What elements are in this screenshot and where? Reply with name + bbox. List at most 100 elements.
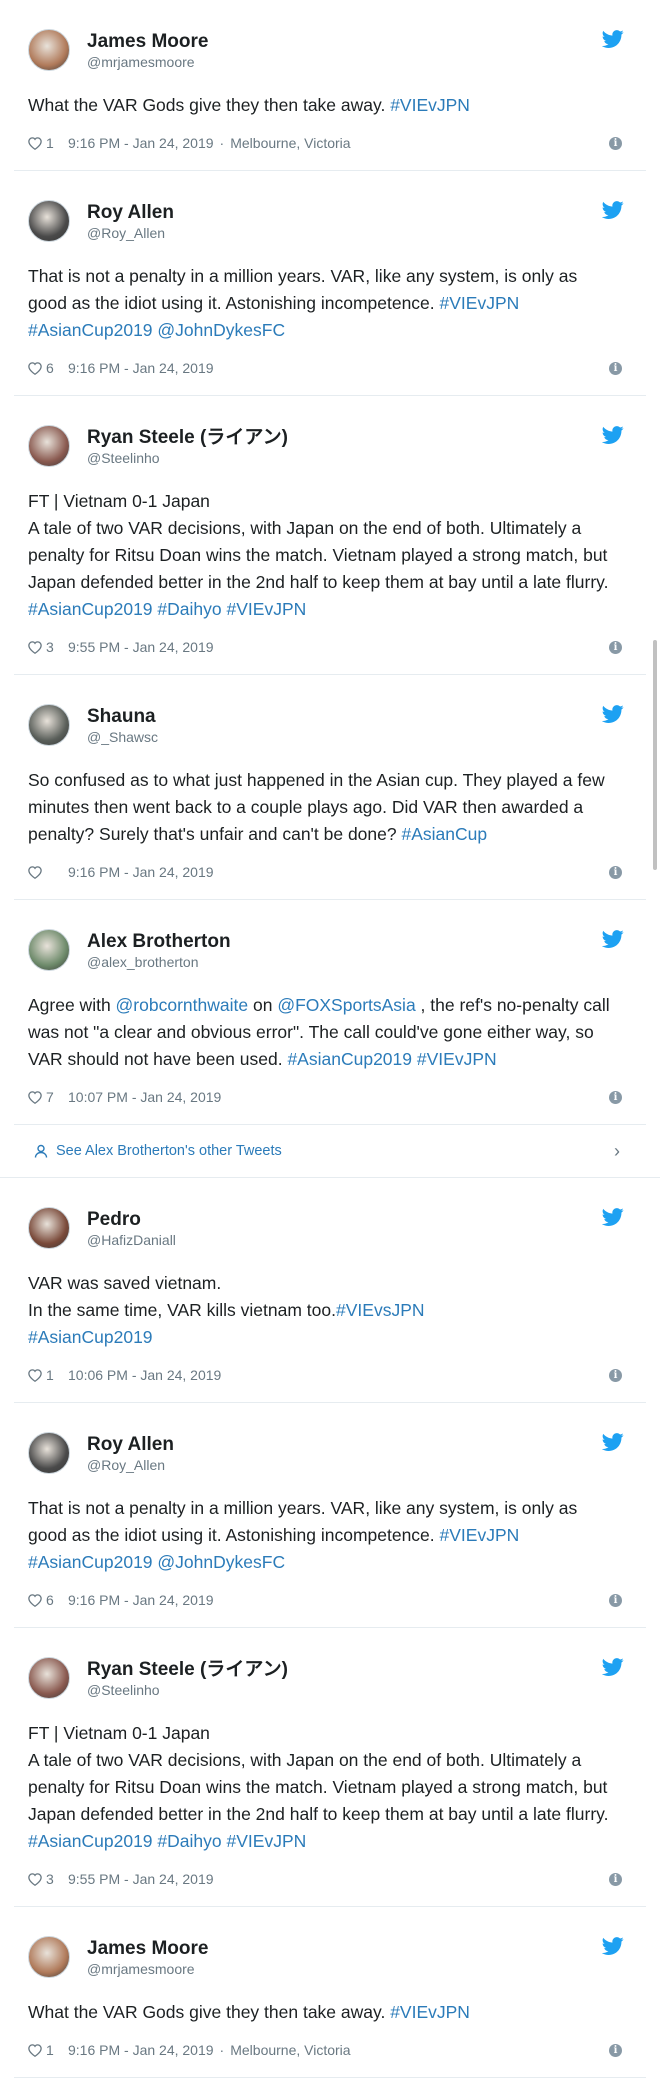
hashtag-link[interactable]: #AsianCup bbox=[401, 824, 487, 844]
mention-link[interactable]: @FOXSportsAsia bbox=[277, 995, 415, 1015]
hashtag-link[interactable]: #AsianCup2019 bbox=[287, 1049, 412, 1069]
author-name[interactable]: James Moore bbox=[87, 30, 208, 53]
avatar[interactable] bbox=[28, 1432, 70, 1474]
avatar[interactable] bbox=[28, 1657, 70, 1699]
info-icon[interactable]: i bbox=[609, 1090, 622, 1104]
hashtag-link[interactable]: #VIEvJPN bbox=[440, 293, 520, 313]
twitter-bird-icon[interactable] bbox=[601, 705, 624, 723]
mention-link[interactable]: @JohnDykesFC bbox=[157, 320, 285, 340]
hashtag-link[interactable]: #AsianCup2019 bbox=[28, 320, 153, 340]
mention-link[interactable]: @robcornthwaite bbox=[116, 995, 249, 1015]
hashtag-link[interactable]: #AsianCup2019 bbox=[28, 1552, 153, 1572]
hashtag-link[interactable]: #AsianCup2019 bbox=[28, 1831, 153, 1851]
tweet-location[interactable]: Melbourne, Victoria bbox=[230, 2042, 350, 2058]
tweet-card[interactable]: Pedro @HafizDaniall VAR was saved vietnam.… bbox=[0, 1178, 660, 1403]
twitter-bird-icon[interactable] bbox=[601, 1433, 624, 1451]
mention-link[interactable]: @JohnDykesFC bbox=[157, 1552, 285, 1572]
twitter-bird-icon[interactable] bbox=[601, 426, 624, 444]
tweet-timestamp[interactable]: 9:16 PM - Jan 24, 2019 bbox=[68, 2042, 214, 2058]
author-handle[interactable]: @Roy_Allen bbox=[87, 224, 174, 242]
hashtag-link[interactable]: #VIEvJPN bbox=[390, 2002, 470, 2022]
heart-icon[interactable] bbox=[28, 1368, 42, 1382]
author-name[interactable]: Shauna bbox=[87, 705, 158, 728]
tweet-timestamp[interactable]: 9:16 PM - Jan 24, 2019 bbox=[68, 1592, 214, 1608]
twitter-bird-icon[interactable] bbox=[601, 930, 624, 948]
author-name[interactable]: Roy Allen bbox=[87, 201, 174, 224]
info-icon[interactable]: i bbox=[609, 361, 622, 375]
info-icon[interactable]: i bbox=[609, 1872, 622, 1886]
tweet-timestamp[interactable]: 9:16 PM - Jan 24, 2019 bbox=[68, 864, 214, 880]
avatar[interactable] bbox=[28, 200, 70, 242]
see-other-tweets-link[interactable]: See Alex Brotherton's other Tweets › bbox=[0, 1125, 660, 1178]
author-handle[interactable]: @alex_brotherton bbox=[87, 953, 231, 971]
heart-icon[interactable] bbox=[28, 865, 42, 879]
tweet-header: James Moore @mrjamesmoore bbox=[28, 1929, 620, 1985]
tweet-card[interactable]: Roy Allen @Roy_Allen That is not a penalty… bbox=[0, 171, 660, 396]
avatar[interactable] bbox=[28, 29, 70, 71]
tweet-timestamp[interactable]: 9:55 PM - Jan 24, 2019 bbox=[68, 639, 214, 655]
author-name[interactable]: Pedro bbox=[87, 1208, 176, 1231]
tweet-card[interactable]: Ryan Steele (ライアン) @Steelinho FT | Vietnam… bbox=[0, 1628, 660, 1907]
info-icon[interactable]: i bbox=[609, 865, 622, 879]
author-handle[interactable]: @_Shawsc bbox=[87, 728, 158, 746]
hashtag-link[interactable]: #AsianCup2019 bbox=[28, 599, 153, 619]
tweet-timestamp[interactable]: 10:06 PM - Jan 24, 2019 bbox=[68, 1367, 221, 1383]
author-handle[interactable]: @HafizDaniall bbox=[87, 1231, 176, 1249]
author-handle[interactable]: @Roy_Allen bbox=[87, 1456, 174, 1474]
twitter-bird-icon[interactable] bbox=[601, 1208, 624, 1226]
tweet-location[interactable]: Melbourne, Victoria bbox=[230, 135, 350, 151]
author-name[interactable]: Ryan Steele (ライアン) bbox=[87, 1658, 288, 1681]
avatar[interactable] bbox=[28, 425, 70, 467]
author-handle[interactable]: @mrjamesmoore bbox=[87, 1960, 208, 1978]
tweet-card[interactable]: James Moore @mrjamesmoore What the VAR God… bbox=[0, 0, 660, 171]
hashtag-link[interactable]: #Daihyo bbox=[157, 1831, 221, 1851]
avatar[interactable] bbox=[28, 1207, 70, 1249]
author-name[interactable]: Roy Allen bbox=[87, 1433, 174, 1456]
author-name[interactable]: James Moore bbox=[87, 1937, 208, 1960]
avatar[interactable] bbox=[28, 1936, 70, 1978]
info-icon[interactable]: i bbox=[609, 1593, 622, 1607]
info-icon[interactable]: i bbox=[609, 640, 622, 654]
hashtag-link[interactable]: #VIEvsJPN bbox=[336, 1300, 425, 1320]
tweet-timestamp[interactable]: 9:16 PM - Jan 24, 2019 bbox=[68, 360, 214, 376]
tweet-card[interactable]: Shauna @_Shawsc So confused as to what jus… bbox=[0, 675, 660, 900]
tweet-timestamp[interactable]: 9:55 PM - Jan 24, 2019 bbox=[68, 1871, 214, 1887]
info-icon[interactable]: i bbox=[609, 136, 622, 150]
hashtag-link[interactable]: #VIEvJPN bbox=[417, 1049, 497, 1069]
author-handle[interactable]: @Steelinho bbox=[87, 1681, 288, 1699]
heart-icon[interactable] bbox=[28, 361, 42, 375]
tweet-card[interactable]: James Moore @mrjamesmoore What the VAR God… bbox=[0, 1907, 660, 2078]
hashtag-link[interactable]: #VIEvJPN bbox=[227, 599, 307, 619]
twitter-bird-icon[interactable] bbox=[601, 1658, 624, 1676]
tweet-timestamp[interactable]: 10:07 PM - Jan 24, 2019 bbox=[68, 1089, 221, 1105]
info-icon[interactable]: i bbox=[609, 1368, 622, 1382]
hashtag-link[interactable]: #Daihyo bbox=[157, 599, 221, 619]
heart-icon[interactable] bbox=[28, 1872, 42, 1886]
heart-icon[interactable] bbox=[28, 640, 42, 654]
hashtag-link[interactable]: #AsianCup2019 bbox=[28, 1327, 153, 1347]
author-name[interactable]: Alex Brotherton bbox=[87, 930, 231, 953]
tweet-card[interactable]: Alex Brotherton @alex_brotherton Agree wit… bbox=[0, 900, 660, 1125]
twitter-bird-icon[interactable] bbox=[601, 201, 624, 219]
author-handle[interactable]: @Steelinho bbox=[87, 449, 288, 467]
avatar[interactable] bbox=[28, 704, 70, 746]
tweet-card[interactable]: Roy Allen @Roy_Allen That is not a penalty… bbox=[0, 1403, 660, 1628]
heart-icon[interactable] bbox=[28, 2043, 42, 2057]
tweet-timestamp[interactable]: 9:16 PM - Jan 24, 2019 bbox=[68, 135, 214, 151]
tweet-meta: 3 9:55 PM - Jan 24, 2019 i bbox=[28, 1869, 622, 1889]
heart-icon[interactable] bbox=[28, 136, 42, 150]
info-icon[interactable]: i bbox=[609, 2043, 622, 2057]
hashtag-link[interactable]: #VIEvJPN bbox=[390, 95, 470, 115]
avatar[interactable] bbox=[28, 929, 70, 971]
hashtag-link[interactable]: #VIEvJPN bbox=[440, 1525, 520, 1545]
author-name[interactable]: Ryan Steele (ライアン) bbox=[87, 426, 288, 449]
heart-icon[interactable] bbox=[28, 1090, 42, 1104]
chevron-right-icon: › bbox=[614, 1140, 620, 1161]
twitter-bird-icon[interactable] bbox=[601, 30, 624, 48]
tweet-card[interactable]: Ryan Steele (ライアン) @Steelinho FT | Vietnam… bbox=[0, 396, 660, 675]
twitter-bird-icon[interactable] bbox=[601, 1937, 624, 1955]
scrollbar[interactable] bbox=[653, 640, 657, 870]
author-handle[interactable]: @mrjamesmoore bbox=[87, 53, 208, 71]
hashtag-link[interactable]: #VIEvJPN bbox=[227, 1831, 307, 1851]
heart-icon[interactable] bbox=[28, 1593, 42, 1607]
